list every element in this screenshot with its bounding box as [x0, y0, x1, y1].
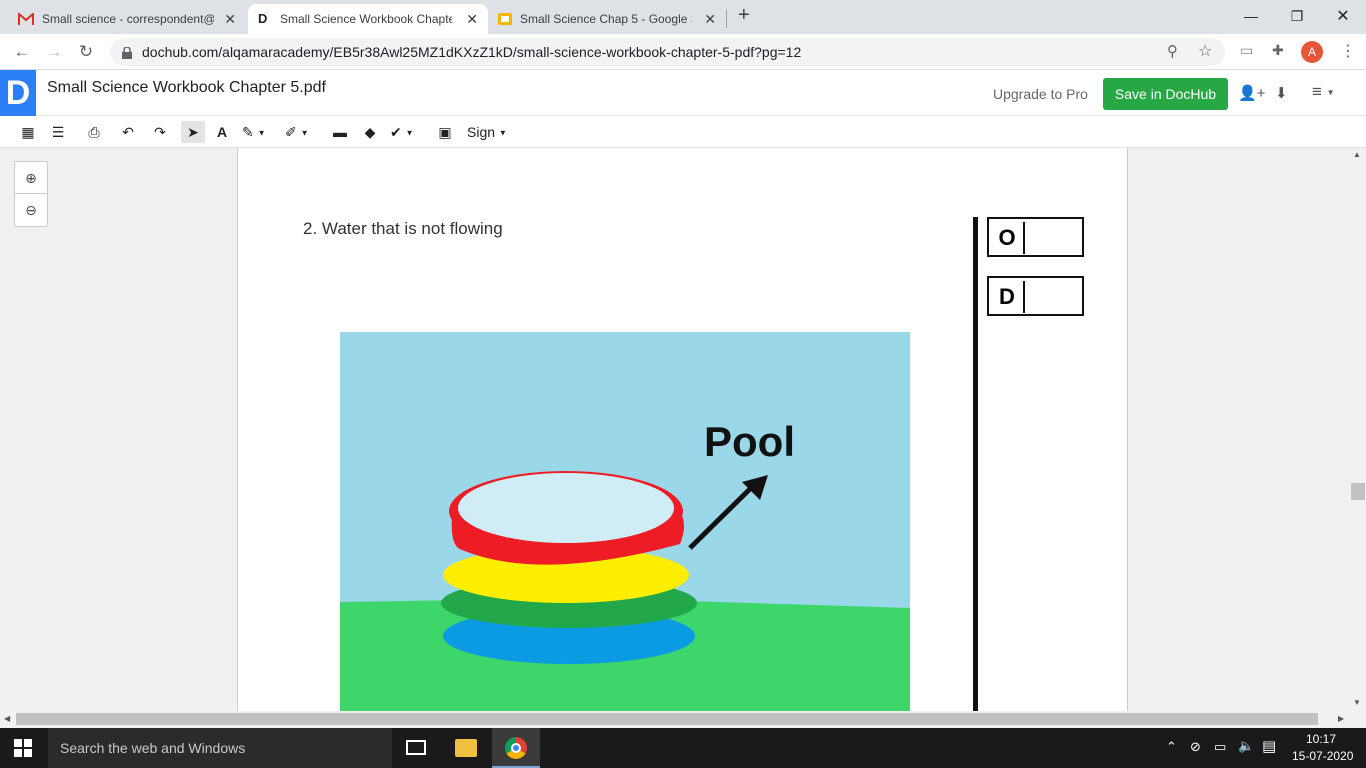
zoom-page-icon[interactable]: ⚲	[1167, 42, 1178, 60]
clock-time[interactable]: 10:17	[1306, 732, 1336, 746]
redo-icon[interactable]: ↷	[150, 121, 170, 143]
thumbnails-grid-icon[interactable]: ▦	[18, 121, 38, 143]
reading-list-icon[interactable]: ▭	[1240, 42, 1253, 59]
taskbar-search-box[interactable]: Search the web and Windows	[48, 728, 392, 768]
browser-menu-icon[interactable]: ⋮	[1340, 41, 1356, 61]
close-tab-icon[interactable]: ✕	[224, 11, 236, 28]
search-placeholder: Search the web and Windows	[60, 740, 246, 756]
notifications-icon[interactable]: ▤	[1262, 737, 1276, 755]
dochub-header: D Small Science Workbook Chapter 5.pdf U…	[0, 70, 1366, 116]
tab-google-slides[interactable]: Small Science Chap 5 - Google Sl ✕	[488, 4, 726, 34]
zoom-controls: ⊕ ⊖	[14, 161, 48, 227]
windows-start-icon[interactable]	[14, 739, 32, 762]
task-view-icon[interactable]	[406, 740, 426, 755]
dochub-logo[interactable]: D	[0, 70, 36, 116]
scroll-right-icon[interactable]: ▶	[1338, 714, 1344, 723]
bookmark-star-icon[interactable]: ☆	[1198, 41, 1212, 61]
scroll-down-icon[interactable]: ▼	[1353, 698, 1361, 707]
answer-box-o[interactable]: O	[987, 217, 1084, 257]
pen-tool-icon[interactable]: ✎ ▼	[242, 121, 266, 143]
highlighter-icon[interactable]: ✐ ▼	[285, 121, 309, 143]
question-text: 2. Water that is not flowing	[303, 219, 503, 238]
extensions-icon[interactable]: ✚	[1272, 42, 1284, 59]
tab-gmail[interactable]: Small science - correspondent@a ✕	[8, 4, 246, 34]
windows-taskbar: Search the web and Windows ⌃ ⊘ ▭ 🔈 ▤ 10:…	[0, 728, 1366, 768]
print-icon[interactable]: ⎙	[84, 121, 104, 143]
checkmark-icon[interactable]: ✔ ▼	[390, 121, 414, 143]
pool-label: Pool	[704, 418, 795, 465]
vertical-scrollbar[interactable]	[1350, 148, 1366, 711]
volume-icon[interactable]: 🔈	[1238, 738, 1254, 754]
dochub-toolbar: ▦ ☰ ⎙ ↶ ↷ ➤ A ✎ ▼ ✐ ▼ ▬ ◆ ✔ ▼ ▣ Sign ▼	[0, 116, 1366, 148]
sign-label: Sign	[467, 124, 496, 140]
save-in-dochub-button[interactable]: Save in DocHub	[1103, 78, 1228, 110]
profile-avatar[interactable]: A	[1301, 41, 1323, 63]
download-icon[interactable]: ⬇	[1275, 84, 1288, 102]
tab-separator	[726, 10, 727, 28]
tab-title: Small Science Chap 5 - Google Sl	[520, 12, 692, 26]
text-tool-icon[interactable]: A	[212, 121, 232, 143]
url-text: dochub.com/alqamaracademy/EB5r38Awl25MZ1…	[142, 44, 802, 60]
browser-tab-strip: Small science - correspondent@a ✕ D Smal…	[0, 0, 1366, 34]
battery-icon[interactable]: ▭	[1214, 739, 1226, 755]
clock-date[interactable]: 15-07-2020	[1292, 749, 1353, 763]
undo-icon[interactable]: ↶	[118, 121, 138, 143]
new-tab-button[interactable]: +	[738, 4, 750, 27]
back-icon[interactable]: ←	[10, 40, 34, 64]
select-pointer-icon[interactable]: ➤	[181, 121, 205, 143]
slides-icon	[498, 13, 512, 25]
window-close-icon[interactable]: ✕	[1320, 0, 1366, 32]
chrome-taskbar-button[interactable]	[492, 728, 540, 768]
pool-drawing: Pool	[340, 332, 910, 712]
answer-letter: O	[991, 222, 1025, 254]
gmail-icon	[18, 11, 34, 25]
answer-letter: D	[991, 281, 1025, 313]
browser-toolbar: ← → ↻ dochub.com/alqamaracademy/EB5r38Aw…	[0, 34, 1366, 70]
zoom-out-icon[interactable]: ⊖	[15, 194, 47, 226]
menu-icon[interactable]: ≡ ▼	[1312, 82, 1335, 102]
eraser-icon[interactable]: ◆	[360, 121, 380, 143]
answer-box-d[interactable]: D	[987, 276, 1084, 316]
minimize-icon[interactable]: —	[1228, 0, 1274, 32]
upgrade-to-pro-link[interactable]: Upgrade to Pro	[993, 86, 1088, 102]
zoom-in-icon[interactable]: ⊕	[15, 162, 47, 194]
image-icon[interactable]: ▣	[435, 121, 455, 143]
sign-menu[interactable]: Sign ▼	[467, 121, 507, 143]
vertical-scroll-thumb[interactable]	[1351, 483, 1365, 500]
reload-icon[interactable]: ↻	[74, 40, 98, 64]
tab-dochub[interactable]: D Small Science Workbook Chapter ✕	[248, 4, 488, 34]
file-explorer-icon[interactable]	[455, 739, 477, 757]
share-user-icon[interactable]: 👤+	[1238, 84, 1265, 102]
scroll-up-icon[interactable]: ▲	[1353, 150, 1361, 159]
show-hidden-icons-icon[interactable]: ⌃	[1166, 739, 1177, 755]
network-icon[interactable]: ⊘	[1190, 739, 1201, 755]
comment-icon[interactable]: ▬	[330, 121, 350, 143]
scroll-left-icon[interactable]: ◀	[4, 714, 10, 723]
margin-line	[973, 217, 978, 711]
chrome-icon	[505, 737, 527, 759]
outline-list-icon[interactable]: ☰	[48, 121, 68, 143]
close-tab-icon[interactable]: ✕	[466, 11, 478, 28]
address-bar[interactable]: dochub.com/alqamaracademy/EB5r38Awl25MZ1…	[110, 38, 1225, 66]
horizontal-scroll-thumb[interactable]	[16, 713, 1318, 725]
restore-icon[interactable]: ❐	[1274, 0, 1320, 32]
forward-icon[interactable]: →	[42, 40, 66, 64]
close-tab-icon[interactable]: ✕	[704, 11, 716, 28]
dochub-icon: D	[258, 11, 268, 26]
document-title[interactable]: Small Science Workbook Chapter 5.pdf	[47, 79, 326, 97]
lock-icon	[122, 46, 132, 59]
tab-title: Small Science Workbook Chapter	[280, 12, 452, 26]
tab-title: Small science - correspondent@a	[42, 12, 214, 26]
